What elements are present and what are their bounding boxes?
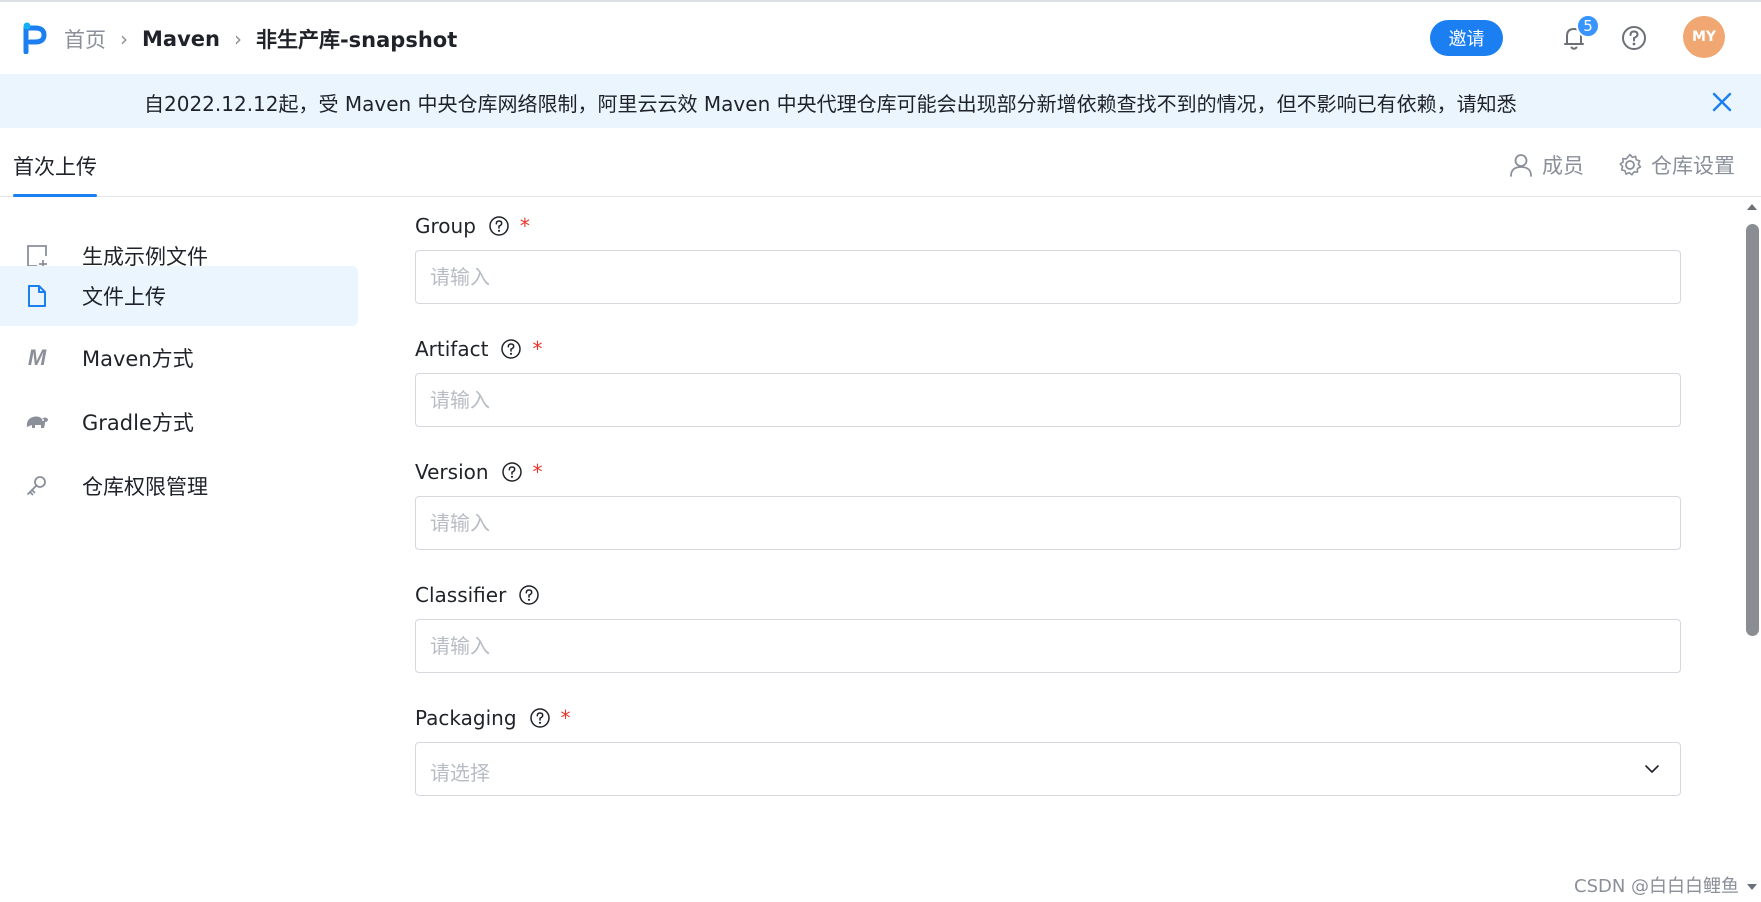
notification-count-badge: 5: [1576, 14, 1600, 38]
group-label-text: Group: [415, 214, 476, 238]
question-icon[interactable]: [501, 461, 523, 483]
question-icon[interactable]: [488, 215, 510, 237]
chevron-down-icon: [1645, 765, 1659, 773]
maven-m-icon: M: [27, 345, 47, 370]
required-mark: *: [532, 337, 543, 361]
version-input[interactable]: [415, 496, 1681, 550]
packaging-select[interactable]: 请选择: [415, 742, 1681, 796]
artifact-field-label: Artifact *: [415, 337, 542, 361]
required-mark: *: [519, 214, 530, 238]
packaging-label-text: Packaging: [415, 706, 517, 730]
sidebar-item-repo-permissions[interactable]: 仓库权限管理: [0, 456, 358, 516]
chevron-right-icon: ›: [233, 27, 242, 51]
packaging-field-label: Packaging *: [415, 706, 571, 730]
question-icon[interactable]: [500, 338, 522, 360]
scroll-down-arrow-icon[interactable]: [1747, 884, 1757, 890]
breadcrumb-current-repo[interactable]: 非生产库-snapshot: [256, 24, 457, 54]
breadcrumb: 首页 › Maven › 非生产库-snapshot: [64, 24, 457, 54]
scrollbar-thumb[interactable]: [1746, 224, 1759, 636]
breadcrumb-repo-group[interactable]: Maven: [142, 27, 220, 51]
gear-icon: [1619, 153, 1642, 176]
close-icon[interactable]: [1710, 90, 1734, 114]
tab-first-upload[interactable]: 首次上传: [13, 151, 97, 181]
artifact-input[interactable]: [415, 373, 1681, 427]
classifier-label-text: Classifier: [415, 583, 507, 607]
breadcrumb-home[interactable]: 首页: [64, 24, 106, 54]
version-label-text: Version: [415, 460, 489, 484]
tabs-bar: 首次上传 成员 仓库设置: [0, 128, 1761, 197]
sidebar-item-maven[interactable]: M Maven方式: [0, 328, 358, 388]
key-icon: [24, 473, 50, 499]
sidebar-item-label: 文件上传: [82, 285, 166, 309]
invite-button[interactable]: 邀请: [1430, 20, 1503, 56]
members-button[interactable]: 成员: [1508, 150, 1584, 180]
members-label: 成员: [1542, 154, 1584, 178]
required-mark: *: [560, 706, 571, 730]
question-icon[interactable]: [518, 584, 540, 606]
group-field-label: Group *: [415, 214, 530, 238]
classifier-field-label: Classifier: [415, 583, 540, 607]
sidebar-item-label: Gradle方式: [82, 411, 194, 435]
watermark-text: CSDN @白白白鲤鱼: [1574, 876, 1740, 897]
repo-settings-button[interactable]: 仓库设置: [1617, 150, 1735, 180]
sidebar-item-gradle[interactable]: Gradle方式: [0, 392, 358, 452]
sidebar-item-file-upload[interactable]: 文件上传: [0, 266, 358, 326]
artifact-label-text: Artifact: [415, 337, 489, 361]
notice-banner: 自2022.12.12起，受 Maven 中央仓库网络限制，阿里云云效 Mave…: [0, 74, 1761, 128]
repo-settings-label: 仓库设置: [1651, 154, 1735, 178]
user-icon: [1510, 154, 1532, 177]
scroll-up-arrow-icon[interactable]: [1747, 204, 1757, 210]
help-icon[interactable]: [1620, 24, 1648, 52]
sidebar-item-label: Maven方式: [82, 347, 194, 371]
tab-active-indicator: [13, 194, 97, 197]
required-mark: *: [532, 460, 543, 484]
question-icon[interactable]: [529, 707, 551, 729]
notice-banner-text: 自2022.12.12起，受 Maven 中央仓库网络限制，阿里云云效 Mave…: [144, 92, 1517, 116]
group-input[interactable]: [415, 250, 1681, 304]
chevron-right-icon: ›: [120, 27, 128, 51]
file-icon: [24, 283, 50, 309]
app-logo-icon[interactable]: [22, 22, 48, 54]
classifier-input[interactable]: [415, 619, 1681, 673]
version-field-label: Version *: [415, 460, 543, 484]
gradle-elephant-icon: [24, 409, 50, 435]
sidebar-item-label: 仓库权限管理: [82, 475, 208, 499]
packaging-select-placeholder: 请选择: [430, 761, 490, 785]
user-avatar[interactable]: MY: [1683, 16, 1725, 58]
